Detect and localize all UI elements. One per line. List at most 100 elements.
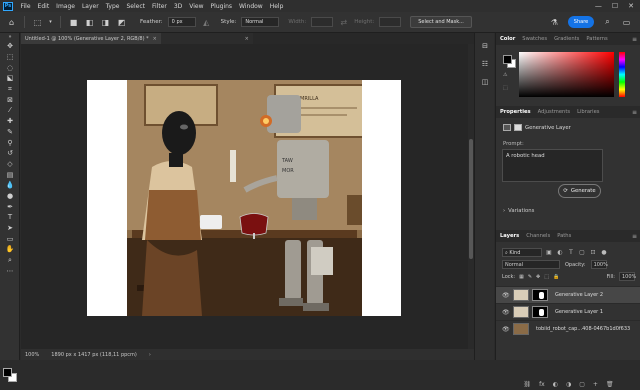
crop-tool-icon[interactable]: ⌗ — [0, 84, 20, 95]
menu-edit[interactable]: Edit — [34, 3, 53, 10]
move-tool-icon[interactable]: ✥ — [0, 41, 20, 52]
variations-section[interactable]: › Variations — [503, 208, 534, 214]
brush-tool-icon[interactable]: ✎ — [0, 127, 20, 138]
tab-channels[interactable]: Channels — [526, 233, 550, 239]
lock-position-icon[interactable]: ✥ — [536, 274, 540, 280]
status-info-chevron[interactable]: › — [149, 352, 151, 358]
panel-menu-icon[interactable]: ≡ — [632, 109, 640, 116]
lock-artboard-icon[interactable]: ⬚ — [544, 274, 549, 280]
swap-icon[interactable]: ⇄ — [338, 17, 349, 28]
layer-mask-thumbnail[interactable] — [532, 306, 548, 318]
link-layers-icon[interactable]: ⛓ — [523, 381, 531, 390]
close-tab-icon[interactable]: × — [245, 36, 249, 42]
subtract-selection-icon[interactable]: ◨ — [100, 17, 111, 28]
menu-type[interactable]: Type — [102, 3, 123, 10]
tab-gradients[interactable]: Gradients — [554, 36, 579, 42]
pixel-filter-icon[interactable]: ▣ — [545, 249, 553, 256]
tab-swatches[interactable]: Swatches — [522, 36, 547, 42]
adjustment-filter-icon[interactable]: ◐ — [556, 249, 564, 256]
dodge-tool-icon[interactable]: ● — [0, 191, 20, 202]
menu-window[interactable]: Window — [236, 3, 267, 10]
close-window-button[interactable]: ✕ — [628, 2, 634, 10]
artwork-image[interactable]: HOOTIK MRILLA TAW MOR — [127, 80, 362, 316]
feather-input[interactable]: 0 px — [167, 17, 196, 27]
eyedropper-tool-icon[interactable]: ⁄ — [0, 105, 20, 116]
flask-icon[interactable]: ⚗ — [549, 17, 560, 28]
document-tab-secondary[interactable]: × — [160, 33, 253, 44]
tab-paths[interactable]: Paths — [557, 233, 571, 239]
zoom-tool-icon[interactable]: ⌕ — [0, 255, 20, 266]
menu-view[interactable]: View — [186, 3, 207, 10]
lock-transparent-icon[interactable]: ▦ — [519, 274, 524, 280]
lasso-tool-icon[interactable]: ◌ — [0, 62, 20, 73]
opacity-input[interactable]: 100% — [590, 260, 608, 269]
healing-brush-tool-icon[interactable]: ✚ — [0, 116, 20, 127]
frame-tool-icon[interactable]: ⊠ — [0, 94, 20, 105]
rectangle-tool-icon[interactable]: ▭ — [0, 233, 20, 244]
anti-alias-icon[interactable]: ◭ — [201, 17, 212, 28]
style-select[interactable]: Normal — [241, 17, 280, 27]
layer-row[interactable]: 👁 Generative Layer 1 — [496, 303, 640, 320]
clone-stamp-tool-icon[interactable]: ⚲ — [0, 137, 20, 148]
width-input[interactable] — [311, 17, 334, 27]
foreground-color-swatch[interactable] — [503, 55, 512, 64]
tab-libraries[interactable]: Libraries — [577, 109, 599, 115]
select-and-mask-button[interactable]: Select and Mask... — [410, 16, 472, 28]
menu-3d[interactable]: 3D — [170, 3, 185, 10]
collapse-icon[interactable]: » — [0, 33, 20, 41]
smart-object-filter-icon[interactable]: ⊡ — [589, 249, 597, 256]
tab-patterns[interactable]: Patterns — [586, 36, 607, 42]
tab-properties[interactable]: Properties — [500, 109, 531, 115]
type-filter-icon[interactable]: T — [567, 249, 575, 256]
menu-image[interactable]: Image — [53, 3, 79, 10]
tab-layers[interactable]: Layers — [500, 233, 519, 239]
color-picker-field[interactable] — [519, 52, 614, 97]
hand-tool-icon[interactable]: ✋ — [0, 244, 20, 255]
document-tab[interactable]: Untitled-1 @ 100% (Generative Layer 2, R… — [21, 33, 161, 44]
blur-tool-icon[interactable]: 💧 — [0, 180, 20, 191]
gradient-tool-icon[interactable]: ▤ — [0, 169, 20, 180]
artboard-tool-icon[interactable]: ⬚ — [0, 52, 20, 63]
rectangular-marquee-icon[interactable]: ⬚ — [32, 17, 43, 28]
add-mask-icon[interactable]: ◐ — [553, 381, 558, 390]
share-button[interactable]: Share — [568, 16, 594, 28]
lock-image-icon[interactable]: ✎ — [528, 274, 532, 280]
filter-toggle-icon[interactable]: ● — [600, 249, 608, 256]
color-swatches[interactable] — [3, 368, 17, 382]
fill-input[interactable]: 100% — [619, 272, 636, 281]
tab-adjustments[interactable]: Adjustments — [538, 109, 571, 115]
layer-row[interactable]: 👁 tobiid_robot_cap...408-0467b1d0f633 — [496, 320, 640, 337]
delete-layer-icon[interactable]: 🗑 — [606, 381, 614, 390]
type-tool-icon[interactable]: T — [0, 212, 20, 223]
height-input[interactable] — [379, 17, 402, 27]
generate-button[interactable]: ⟳ Generate — [558, 184, 601, 198]
visibility-eye-icon[interactable]: 👁 — [502, 292, 510, 299]
menu-plugins[interactable]: Plugins — [207, 3, 236, 10]
blend-mode-select[interactable]: Normal — [502, 260, 560, 269]
workspace-icon[interactable]: ▭ — [621, 17, 632, 28]
new-layer-icon[interactable]: + — [593, 381, 598, 390]
prompt-input[interactable]: A robotic head — [502, 149, 603, 182]
layer-style-icon[interactable]: fx — [539, 381, 545, 390]
chevron-down-icon[interactable]: ▾ — [48, 17, 53, 28]
tab-color[interactable]: Color — [500, 36, 515, 42]
layer-filter-kind-select[interactable]: ⌕ Kind — [502, 248, 542, 257]
visibility-eye-icon[interactable]: 👁 — [502, 309, 510, 316]
hue-slider[interactable] — [619, 52, 625, 97]
group-icon[interactable]: ▢ — [579, 381, 585, 390]
search-icon[interactable]: ⌕ — [602, 17, 613, 28]
add-selection-icon[interactable]: ◧ — [84, 17, 95, 28]
actions-panel-icon[interactable]: ☷ — [475, 55, 495, 73]
scrollbar-thumb[interactable] — [469, 139, 473, 259]
warning-icon[interactable]: ⚠ — [503, 72, 507, 78]
history-brush-tool-icon[interactable]: ↺ — [0, 148, 20, 159]
history-panel-icon[interactable]: ⊟ — [475, 37, 495, 55]
panel-menu-icon[interactable]: ≡ — [632, 233, 640, 240]
menu-filter[interactable]: Filter — [149, 3, 171, 10]
menu-layer[interactable]: Layer — [78, 3, 102, 10]
object-selection-tool-icon[interactable]: ⬕ — [0, 73, 20, 84]
brushes-panel-icon[interactable]: ◫ — [475, 73, 495, 91]
menu-help[interactable]: Help — [266, 3, 287, 10]
new-selection-icon[interactable]: ■ — [68, 17, 79, 28]
menu-select[interactable]: Select — [123, 3, 149, 10]
